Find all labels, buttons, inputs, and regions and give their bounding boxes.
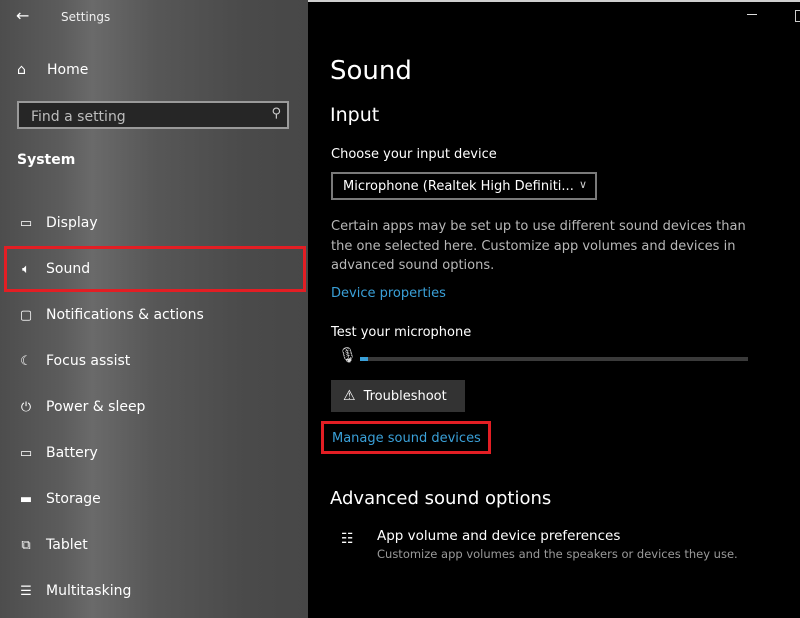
main-content: Sound Input Choose your input device Mic…	[308, 0, 800, 618]
sidebar-item-label: Battery	[46, 445, 98, 461]
sidebar-item-storage[interactable]: ▬ Storage	[0, 476, 308, 522]
sidebar-nav: ▭ Display 🔈︎ Sound ▢ Notifications & act…	[0, 200, 308, 614]
sidebar-item-label: Sound	[46, 261, 91, 277]
home-label: Home	[47, 62, 89, 78]
speaker-icon: 🔈︎	[22, 261, 30, 277]
back-arrow-icon[interactable]: ←	[16, 6, 29, 25]
tablet-icon: ⧉	[21, 537, 31, 553]
input-device-dropdown[interactable]: Microphone (Realtek High Definiti... ∨	[331, 172, 597, 200]
sidebar-item-focus-assist[interactable]: ☾ Focus assist	[0, 338, 308, 384]
pref-subtitle: Customize app volumes and the speakers o…	[377, 547, 738, 561]
pref-text: App volume and device preferences Custom…	[377, 528, 738, 561]
search-input[interactable]	[29, 107, 263, 127]
device-properties-link[interactable]: Device properties	[331, 286, 446, 301]
battery-icon: ▭	[19, 445, 33, 461]
sidebar-item-battery[interactable]: ▭ Battery	[0, 430, 308, 476]
home-icon: ⌂	[17, 62, 26, 78]
input-description: Certain apps may be set up to use differ…	[331, 219, 746, 273]
sidebar-item-label: Display	[46, 215, 98, 231]
test-microphone-label: Test your microphone	[331, 325, 472, 340]
input-heading: Input	[330, 104, 380, 126]
title-bar: ← Settings	[0, 6, 308, 28]
sidebar-item-label: Storage	[46, 491, 101, 507]
microphone-icon: 🎙︎	[338, 346, 358, 364]
advanced-heading: Advanced sound options	[330, 488, 552, 509]
warning-icon: ⚠	[343, 388, 356, 404]
manage-sound-devices-highlight: Manage sound devices	[321, 421, 491, 454]
sidebar-item-tablet[interactable]: ⧉ Tablet	[0, 522, 308, 568]
storage-icon: ▬	[19, 491, 33, 507]
sidebar-item-multitasking[interactable]: ☰ Multitasking	[0, 568, 308, 614]
sidebar-item-home[interactable]: ⌂ Home	[17, 62, 88, 78]
section-title-system: System	[17, 152, 76, 168]
app-title: Settings	[61, 10, 111, 24]
sidebar-item-label: Power & sleep	[46, 399, 146, 415]
search-icon[interactable]: ⚲	[271, 106, 281, 121]
power-icon: ⏻	[20, 399, 32, 415]
multitasking-icon: ☰	[20, 583, 32, 599]
mixer-sliders-icon: ☷	[341, 531, 354, 547]
sidebar-item-notifications[interactable]: ▢ Notifications & actions	[0, 292, 308, 338]
sidebar-item-label: Tablet	[46, 537, 88, 553]
mic-level-meter	[360, 357, 748, 361]
page-title: Sound	[330, 56, 412, 86]
troubleshoot-button[interactable]: ⚠ Troubleshoot	[331, 380, 465, 412]
selected-device: Microphone (Realtek High Definiti...	[343, 179, 574, 194]
troubleshoot-label: Troubleshoot	[363, 388, 447, 404]
mic-level-fill	[360, 357, 368, 361]
choose-input-label: Choose your input device	[331, 147, 497, 162]
app-volume-preferences-item[interactable]: ☷ App volume and device preferences Cust…	[341, 528, 738, 561]
notification-icon: ▢	[19, 307, 33, 323]
maximize-button[interactable]	[795, 10, 800, 22]
sidebar-item-label: Notifications & actions	[46, 307, 204, 323]
sidebar: ← Settings ⌂ Home ⚲ System ▭ Display 🔈︎ …	[0, 0, 308, 618]
minimize-button[interactable]	[747, 14, 757, 15]
sidebar-item-label: Focus assist	[46, 353, 131, 369]
sidebar-item-sound[interactable]: 🔈︎ Sound	[4, 246, 306, 292]
pref-title: App volume and device preferences	[377, 528, 621, 544]
moon-icon: ☾	[20, 353, 32, 369]
sidebar-item-display[interactable]: ▭ Display	[0, 200, 308, 246]
sidebar-item-label: Multitasking	[46, 583, 132, 599]
search-box[interactable]: ⚲	[17, 101, 289, 129]
chevron-down-icon: ∨	[578, 178, 587, 191]
sidebar-item-power-sleep[interactable]: ⏻ Power & sleep	[0, 384, 308, 430]
display-icon: ▭	[19, 215, 33, 231]
manage-sound-devices-link[interactable]: Manage sound devices	[332, 431, 481, 446]
